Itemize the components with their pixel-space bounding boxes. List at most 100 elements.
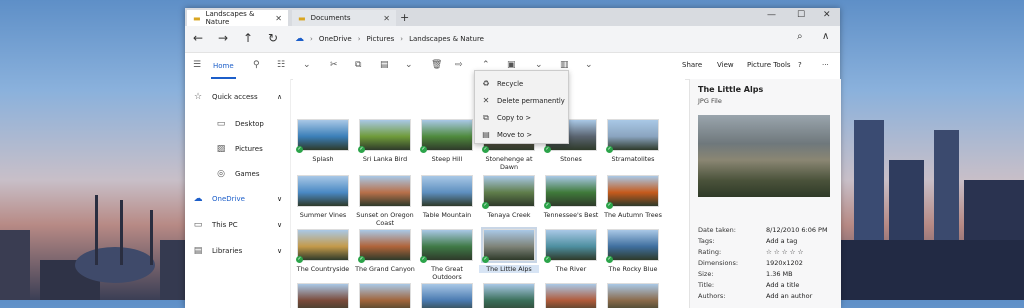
file-tile[interactable]: ✓ The Countryside — [293, 229, 353, 273]
move-icon[interactable]: ⇨ — [455, 60, 463, 70]
sidebar-item-5[interactable]: ▭ This PC ∨ — [185, 215, 290, 235]
help-icon[interactable]: ? — [798, 61, 802, 69]
tab-home[interactable]: Home — [211, 53, 236, 79]
pin-icon[interactable]: ⚲ — [253, 60, 260, 70]
tab-picture-tools[interactable]: Picture Tools — [747, 61, 791, 69]
file-tile[interactable] — [355, 283, 415, 308]
search-icon[interactable]: ⌕ — [797, 31, 803, 42]
expand-chevron-icon[interactable]: ∧ — [277, 93, 282, 101]
refresh-icon[interactable]: ↻ — [268, 31, 278, 45]
chevron-down-icon[interactable]: ⌄ — [585, 60, 593, 70]
file-name: Sri Lanka Bird — [362, 155, 408, 163]
synced-check-icon: ✓ — [544, 256, 551, 263]
chevron-down-icon[interactable]: ⌄ — [535, 60, 543, 70]
breadcrumb-pictures[interactable]: Pictures — [367, 35, 395, 43]
sidebar-item-0[interactable]: ☆ Quick access ∧ — [185, 87, 290, 107]
select-list-icon[interactable]: ☷ — [277, 60, 285, 70]
menu-item-icon: ✕ — [482, 96, 490, 105]
file-tile[interactable]: ✓ Stramatolites — [603, 119, 663, 163]
file-tile[interactable]: ✓ Tenaya Creek — [479, 175, 539, 219]
forward-arrow-icon[interactable]: → — [218, 31, 228, 45]
file-tile[interactable]: ✓ Sri Lanka Bird — [355, 119, 415, 163]
details-title: The Little Alps — [698, 85, 764, 94]
file-tile[interactable]: Summer Vines — [293, 175, 353, 219]
property-value[interactable]: Add a title — [766, 281, 799, 289]
file-name: Summer Vines — [299, 211, 347, 219]
sidebar-item-icon: ▭ — [216, 119, 226, 129]
chevron-right-icon: › — [357, 35, 361, 43]
file-tile[interactable] — [479, 283, 539, 308]
file-tile[interactable]: Table Mountain — [417, 175, 477, 219]
file-tile[interactable]: ✓ Tennessee's Best — [541, 175, 601, 219]
more-options-icon[interactable]: ··· — [822, 61, 829, 69]
context-menu-item[interactable]: ▤ Move to > — [475, 126, 568, 143]
file-name: Table Mountain — [422, 211, 472, 219]
chevron-up-icon[interactable]: ⌃ — [482, 60, 490, 70]
new-folder-icon[interactable]: ▣ — [507, 60, 516, 70]
file-name: Steep Hill — [431, 155, 463, 163]
tab-documents[interactable]: ▬ Documents ✕ — [292, 10, 396, 26]
sidebar-item-icon: ▨ — [216, 144, 226, 154]
file-tile[interactable] — [293, 283, 353, 308]
file-tile[interactable]: ✓ Splash — [293, 119, 353, 163]
maximize-button[interactable]: ☐ — [797, 10, 805, 20]
file-tile[interactable]: ✓ The Little Alps — [479, 227, 539, 273]
file-tile[interactable]: ✓ Steep Hill — [417, 119, 477, 163]
sidebar-item-4[interactable]: ☁ OneDrive ∨ — [185, 189, 290, 209]
sidebar-item-2[interactable]: ▨ Pictures — [185, 139, 290, 159]
menu-item-icon: ⧉ — [483, 112, 489, 122]
file-tile[interactable]: ✓ The Rocky Blue — [603, 229, 663, 273]
details-property-row: Tags: Add a tag — [698, 237, 838, 245]
synced-check-icon: ✓ — [482, 202, 489, 209]
property-value[interactable]: ☆ ☆ ☆ ☆ ☆ — [766, 248, 803, 256]
sidebar-item-1[interactable]: ▭ Desktop — [185, 114, 290, 134]
file-thumbnail — [545, 283, 597, 308]
sidebar-item-icon: ▤ — [193, 246, 203, 256]
file-tile[interactable]: Sunset on Oregon Coast — [355, 175, 415, 227]
up-arrow-icon[interactable]: ↑ — [243, 31, 253, 45]
synced-check-icon: ✓ — [296, 146, 303, 153]
cut-icon[interactable]: ✂ — [330, 60, 338, 70]
context-menu-item[interactable]: ⧉ Copy to > — [475, 109, 568, 126]
close-tab-icon[interactable]: ✕ — [275, 14, 282, 23]
file-thumbnail — [607, 283, 659, 308]
sidebar-item-label: Pictures — [235, 145, 263, 153]
close-tab-icon[interactable]: ✕ — [383, 14, 390, 23]
synced-check-icon: ✓ — [296, 256, 303, 263]
paste-icon[interactable]: ▤ — [380, 60, 389, 70]
file-tile[interactable]: ✓ The Great Outdoors — [417, 229, 477, 281]
property-value[interactable]: Add a tag — [766, 237, 797, 245]
tab-landscapes[interactable]: ▬ Landscapes & Nature ✕ — [187, 10, 288, 26]
file-tile[interactable] — [541, 283, 601, 308]
minimize-button[interactable]: — — [767, 10, 776, 20]
file-tile[interactable]: ✓ The Grand Canyon — [355, 229, 415, 273]
property-value[interactable]: Add an author — [766, 292, 812, 300]
expand-chevron-icon[interactable]: ∨ — [277, 221, 282, 229]
context-menu-item[interactable]: ♻ Recycle — [475, 75, 568, 92]
properties-icon[interactable]: ▥ — [560, 60, 569, 70]
close-window-button[interactable]: ✕ — [823, 10, 831, 20]
tab-view[interactable]: View — [717, 61, 734, 69]
expand-chevron-icon[interactable]: ∨ — [277, 195, 282, 203]
file-thumbnail: ✓ — [296, 229, 349, 263]
collapse-chevron-icon[interactable]: ∧ — [822, 31, 829, 42]
new-tab-button[interactable]: + — [400, 11, 409, 24]
back-arrow-icon[interactable]: ← — [193, 31, 203, 45]
file-tile[interactable]: ✓ The River — [541, 229, 601, 273]
chevron-down-icon[interactable]: ⌄ — [405, 60, 413, 70]
hamburger-menu-icon[interactable]: ☰ — [193, 60, 201, 70]
tab-share[interactable]: Share — [682, 61, 702, 69]
delete-icon[interactable]: 🗑 — [431, 60, 442, 70]
expand-chevron-icon[interactable]: ∨ — [277, 247, 282, 255]
details-property-row: Authors: Add an author — [698, 292, 838, 300]
chevron-down-icon[interactable]: ⌄ — [303, 60, 311, 70]
file-tile[interactable] — [417, 283, 477, 308]
copy-icon[interactable]: ⧉ — [355, 60, 361, 70]
sidebar-item-6[interactable]: ▤ Libraries ∨ — [185, 241, 290, 261]
file-tile[interactable]: ✓ The Autumn Trees — [603, 175, 663, 219]
breadcrumb-onedrive[interactable]: OneDrive — [319, 35, 352, 43]
sidebar-item-3[interactable]: ◎ Games — [185, 164, 290, 184]
breadcrumb-landscapes[interactable]: Landscapes & Nature — [409, 35, 484, 43]
context-menu-item[interactable]: ✕ Delete permanently — [475, 92, 568, 109]
file-tile[interactable] — [603, 283, 663, 308]
